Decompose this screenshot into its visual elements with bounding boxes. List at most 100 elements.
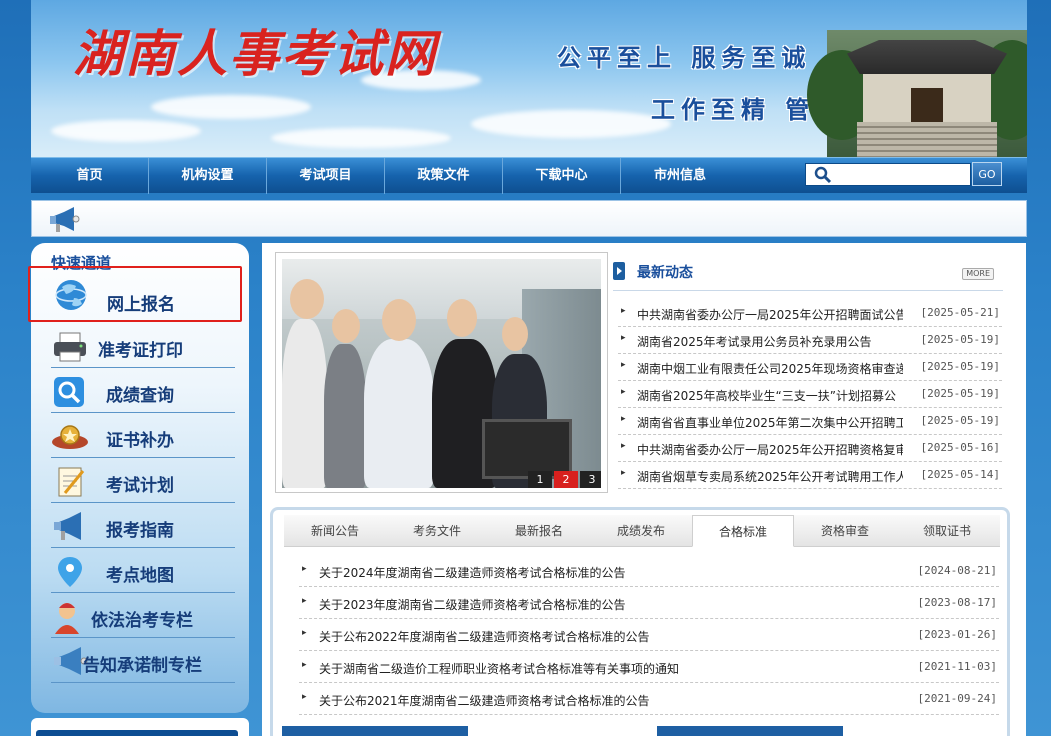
news-item[interactable]: ▸ 中共湖南省委办公厅一局2025年公开招聘面试公告 [2025-05-21] [618,300,1002,327]
megaphone-icon [54,512,81,540]
quick-label: 考点地图 [106,566,174,586]
search-go-button[interactable]: GO [972,162,1002,186]
tab-qualification-review[interactable]: 资格审查 [794,515,896,547]
quick-exam-plan[interactable]: 考试计划 [51,461,235,503]
news-item[interactable]: ▸ 湖南省2025年考试录用公务员补充录用公告 [2025-05-19] [618,327,1002,354]
list-item[interactable]: ▸ 关于公布2022年度湖南省二级建造师资格考试合格标准的公告 [2023-01-2… [299,619,999,651]
quick-score-query[interactable]: 成绩查询 [51,371,235,413]
quick-lawful-exam-column[interactable]: 依法治考专栏 [51,596,235,638]
list-item[interactable]: ▸ 关于2024年度湖南省二级建造师资格考试合格标准的公告 [2024-08-21] [299,555,999,587]
tab-news-announcements[interactable]: 新闻公告 [284,515,386,547]
person-icon [55,603,79,634]
item-title[interactable]: 关于2024年度湖南省二级建造师资格考试合格标准的公告 [319,564,626,581]
person-head [332,309,360,343]
news-title[interactable]: 湖南省烟草专卖局系统2025年公开考试聘用工作人 [637,468,903,485]
news-title[interactable]: 湖南省2025年考试录用公务员补充录用公告 [637,333,903,350]
nav-downloads[interactable]: 下载中心 [503,158,621,194]
quick-exam-site-map[interactable]: 考点地图 [51,551,235,593]
quick-label: 考试计划 [106,476,174,496]
news-item[interactable]: ▸ 湖南省2025年高校毕业生“三支一扶”计划招募公 [2025-05-19] [618,381,1002,408]
latest-news-header: 最新动态 MORE [613,259,1003,291]
news-item[interactable]: ▸ 湖南中烟工业有限责任公司2025年现场资格审查递 [2025-05-19] [618,354,1002,381]
search-box [805,163,971,186]
news-date: [2025-05-14] [920,468,1000,481]
quick-label: 网上报名 [107,295,175,315]
news-title[interactable]: 湖南省2025年高校毕业生“三支一扶”计划招募公 [637,387,903,404]
more-link[interactable]: MORE [962,268,994,280]
item-title[interactable]: 关于湖南省二级造价工程师职业资格考试合格标准等有关事项的通知 [319,660,679,677]
search-input[interactable] [836,166,966,183]
tab-passing-standards[interactable]: 合格标准 [692,515,794,547]
item-date: [2021-11-03] [917,660,997,673]
person [282,319,327,488]
building-steps [857,122,997,157]
news-title[interactable]: 中共湖南省委办公厅一局2025年公开招聘资格复审 [637,441,903,458]
arrow-icon: ▸ [621,387,626,397]
tab-score-release[interactable]: 成绩发布 [590,515,692,547]
cloud [151,95,311,119]
news-item[interactable]: ▸ 湖南省省直事业单位2025年第二次集中公开招聘工 [2025-05-19] [618,408,1002,435]
latest-news-title: 最新动态 [637,265,693,281]
quick-admission-print[interactable]: 准考证打印 [51,326,235,368]
tab-collect-certificate[interactable]: 领取证书 [896,515,998,547]
quick-label: 证书补办 [106,431,174,451]
nav-organization[interactable]: 机构设置 [149,158,267,194]
arrow-icon: ▸ [621,441,626,451]
item-date: [2023-08-17] [917,596,997,609]
cloud [471,110,671,138]
news-title[interactable]: 中共湖南省委办公厅一局2025年公开招聘面试公告 [637,306,903,323]
arrow-icon: ▸ [621,414,626,424]
sidebar-lower-bar [36,730,238,736]
item-title[interactable]: 关于公布2021年度湖南省二级建造师资格考试合格标准的公告 [319,692,650,709]
category-tabs-panel: 新闻公告 考务文件 最新报名 成绩发布 合格标准 资格审查 领取证书 ▸ 关于20… [270,507,1010,736]
building-roof [847,40,1007,74]
news-title[interactable]: 湖南中烟工业有限责任公司2025年现场资格审查递 [637,360,903,377]
nav-home[interactable]: 首页 [31,158,149,194]
building-image [807,30,1027,157]
news-item[interactable]: ▸ 湖南省烟草专卖局系统2025年公开考试聘用工作人 [2025-05-14] [618,462,1002,489]
latest-news-list: ▸ 中共湖南省委办公厅一局2025年公开招聘面试公告 [2025-05-21] ▸ 湖… [618,300,1002,489]
slider-dot-1[interactable]: 1 [528,471,552,488]
megaphone-icon [50,207,80,232]
list-item[interactable]: ▸ 关于2023年度湖南省二级建造师资格考试合格标准的公告 [2023-08-17] [299,587,999,619]
quick-online-registration[interactable]: 网上报名 [28,266,242,322]
quick-label: 准考证打印 [98,341,183,361]
person-head [447,299,477,337]
person-head [382,299,416,341]
nav-policies[interactable]: 政策文件 [385,158,503,194]
cloud [271,128,451,148]
slider-dot-2[interactable]: 2 [554,471,578,488]
map-pin-icon [58,557,82,587]
nav-city-info[interactable]: 市州信息 [621,158,739,194]
quick-access-sidebar: 快速通道 网上报名 准考证打印 成绩查询 证书补办 考试计划 报考指南 考点地图… [28,243,249,713]
main-nav: 首页 机构设置 考试项目 政策文件 下载中心 市州信息 GO [31,157,1027,194]
arrow-icon: ▸ [302,596,307,606]
tab-content-list: ▸ 关于2024年度湖南省二级建造师资格考试合格标准的公告 [2024-08-21]… [299,555,999,715]
list-item[interactable]: ▸ 关于公布2021年度湖南省二级建造师资格考试合格标准的公告 [2021-09-2… [299,683,999,715]
tab-bar: 新闻公告 考务文件 最新报名 成绩发布 合格标准 资格审查 领取证书 [284,515,1000,547]
item-date: [2023-01-26] [917,628,997,641]
news-item[interactable]: ▸ 中共湖南省委办公厅一局2025年公开招聘资格复审 [2025-05-16] [618,435,1002,462]
news-title[interactable]: 湖南省省直事业单位2025年第二次集中公开招聘工 [637,414,903,431]
tab-latest-registration[interactable]: 最新报名 [488,515,590,547]
globe-icon [55,280,87,310]
item-date: [2024-08-21] [917,564,997,577]
item-title[interactable]: 关于2023年度湖南省二级建造师资格考试合格标准的公告 [319,596,626,613]
slider-photo[interactable]: 1 2 3 [282,259,601,488]
quick-notification-commitment-column[interactable]: 告知承诺制专栏 [51,641,235,683]
news-date: [2025-05-21] [920,306,1000,319]
section-bullet-icon [613,262,625,280]
magnifier-icon [54,377,84,407]
tab-exam-documents[interactable]: 考务文件 [386,515,488,547]
slider-dot-3[interactable]: 3 [580,471,601,488]
arrow-icon: ▸ [302,564,307,574]
item-title[interactable]: 关于公布2022年度湖南省二级建造师资格考试合格标准的公告 [319,628,650,645]
site-title: 湖南人事考试网 [73,24,437,83]
quick-certificate-reissue[interactable]: 证书补办 [51,416,235,458]
cloud [51,120,201,142]
arrow-icon: ▸ [621,333,626,343]
person-head [502,317,528,351]
list-item[interactable]: ▸ 关于湖南省二级造价工程师职业资格考试合格标准等有关事项的通知 [2021-11-… [299,651,999,683]
quick-exam-guide[interactable]: 报考指南 [51,506,235,548]
nav-exams[interactable]: 考试项目 [267,158,385,194]
